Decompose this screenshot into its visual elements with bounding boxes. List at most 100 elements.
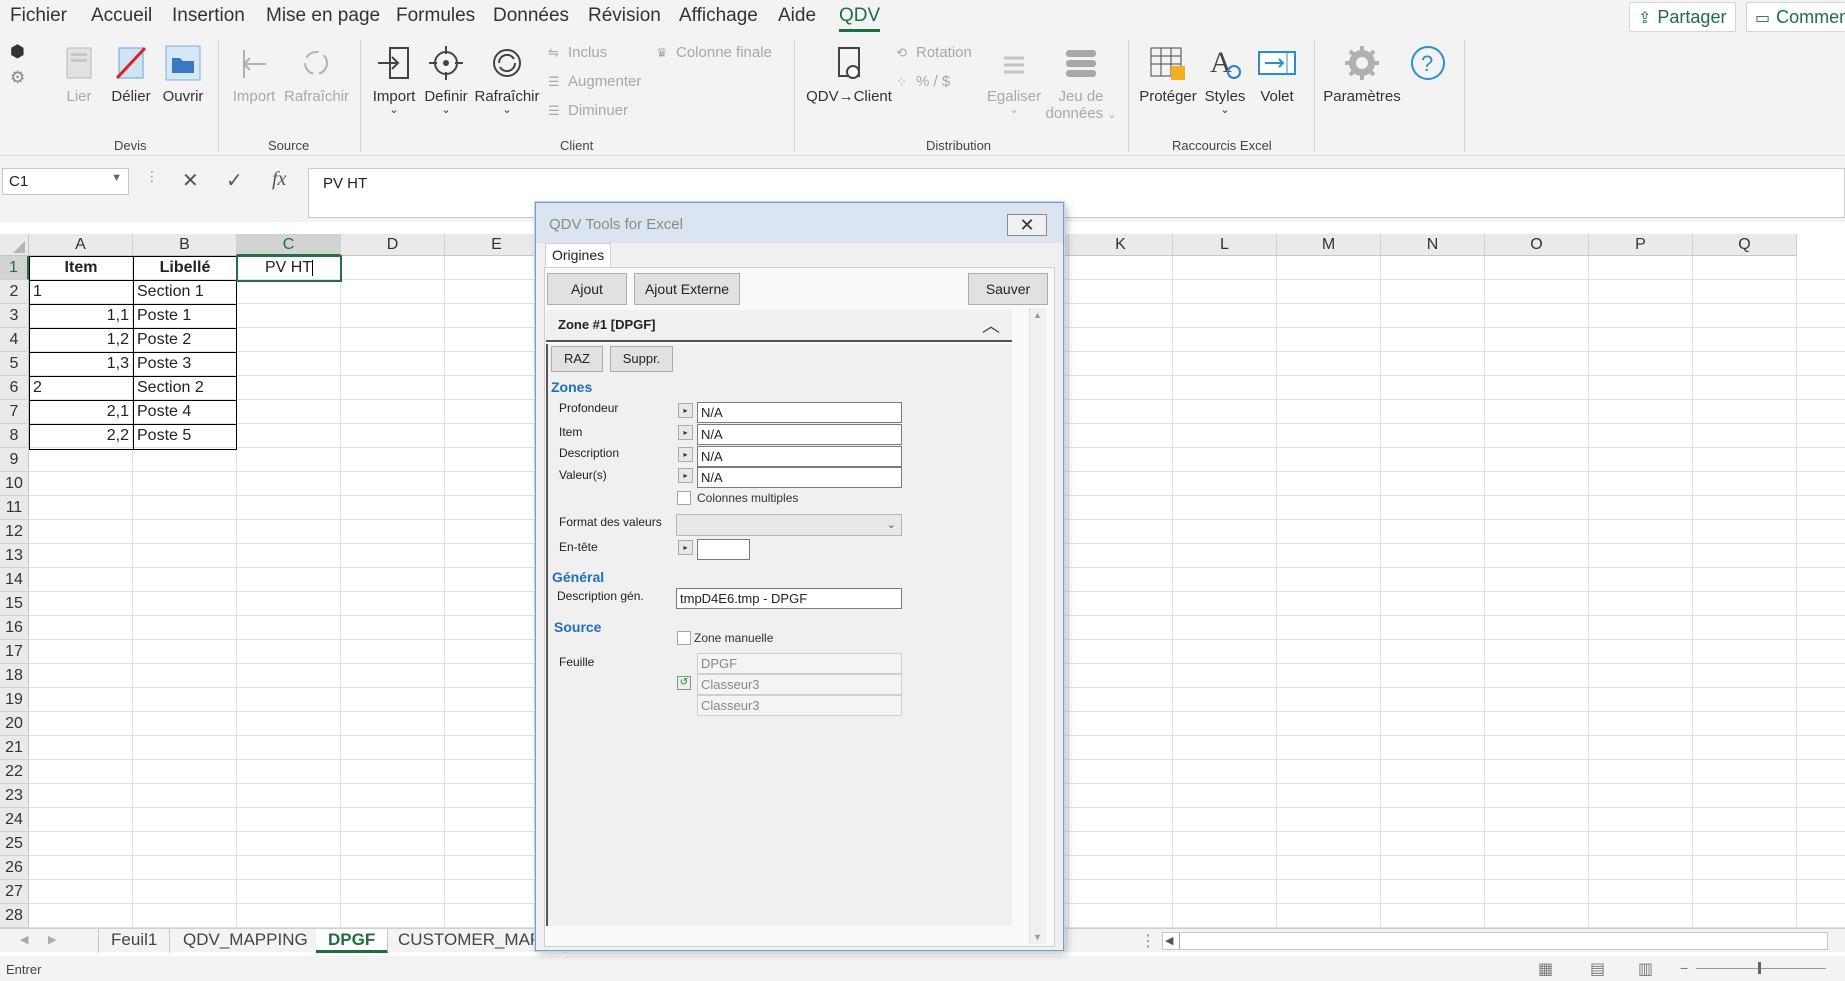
scroll-left-icon[interactable]: ◀ <box>1165 934 1173 947</box>
classeur-field-1[interactable]: Classeur3 <box>697 674 902 695</box>
ouvrir-button[interactable]: Ouvrir <box>160 44 206 105</box>
scroll-up-icon[interactable]: ▲ <box>1033 310 1042 320</box>
menu-mise-en-page[interactable]: Mise en page <box>266 5 380 27</box>
raz-button[interactable]: RAZ <box>551 346 603 372</box>
row-header-14[interactable]: 14 <box>0 568 29 592</box>
valeurs-select-arrow[interactable]: ▸ <box>678 468 693 483</box>
egaliser-button[interactable]: Egaliser ⌄ <box>984 44 1044 116</box>
tab-origines[interactable]: Origines <box>545 243 612 267</box>
row-header-17[interactable]: 17 <box>0 640 29 664</box>
source-refresh-button[interactable]: Rafraîchir <box>284 44 349 105</box>
classeur-field-2[interactable]: Classeur3 <box>697 695 902 716</box>
page-layout-icon[interactable]: ▤ <box>1590 959 1605 979</box>
menu-affichage[interactable]: Affichage <box>679 5 758 27</box>
colonnes-multiples-checkbox[interactable] <box>677 491 691 505</box>
cell-b3[interactable]: Poste 1 <box>133 304 237 328</box>
menu-revision[interactable]: Révision <box>588 5 661 27</box>
row-header-7[interactable]: 7 <box>0 400 29 424</box>
row-header-6[interactable]: 6 <box>0 376 29 400</box>
row-header-9[interactable]: 9 <box>0 448 29 472</box>
entete-select-arrow[interactable]: ▸ <box>678 540 693 555</box>
column-header-l[interactable]: L <box>1173 234 1277 256</box>
suppr-button[interactable]: Suppr. <box>610 346 673 372</box>
sauver-button[interactable]: Sauver <box>968 273 1048 305</box>
column-header-a[interactable]: A <box>29 234 133 256</box>
share-button[interactable]: ⇪ Partager <box>1629 2 1736 32</box>
row-header-21[interactable]: 21 <box>0 736 29 760</box>
menu-accueil[interactable]: Accueil <box>91 5 152 27</box>
robot-icon[interactable]: ⚙ <box>10 68 25 88</box>
dialog-title-bar[interactable]: QDV Tools for Excel ✕ <box>536 203 1063 243</box>
row-header-5[interactable]: 5 <box>0 352 29 376</box>
source-import-button[interactable]: Import <box>230 44 278 105</box>
row-header-24[interactable]: 24 <box>0 808 29 832</box>
row-header-27[interactable]: 27 <box>0 880 29 904</box>
help-button[interactable]: ? <box>1408 44 1448 88</box>
delier-button[interactable]: Délier <box>108 44 154 105</box>
cell-b4[interactable]: Poste 2 <box>133 328 237 352</box>
parametres-button[interactable]: Paramètres <box>1322 44 1402 105</box>
page-break-icon[interactable]: ▥ <box>1638 959 1653 979</box>
prev-sheet-icon[interactable]: ◀ <box>20 933 28 946</box>
sheet-tab-qdv-mapping[interactable]: QDV_MAPPING <box>171 929 321 953</box>
qdv-client-button[interactable]: QDV→Client <box>804 44 894 105</box>
row-header-11[interactable]: 11 <box>0 496 29 520</box>
column-header-n[interactable]: N <box>1381 234 1485 256</box>
row-header-13[interactable]: 13 <box>0 544 29 568</box>
cell-b5[interactable]: Poste 3 <box>133 352 237 376</box>
row-header-12[interactable]: 12 <box>0 520 29 544</box>
menu-donnees[interactable]: Données <box>493 5 569 27</box>
cell-a1[interactable]: Item <box>29 256 133 280</box>
description-field[interactable]: N/A <box>697 446 902 467</box>
colonne-finale-button[interactable]: ♛ Colonne finale <box>656 44 772 61</box>
column-header-q[interactable]: Q <box>1693 234 1797 256</box>
cell-b2[interactable]: Section 1 <box>133 280 237 304</box>
row-header-8[interactable]: 8 <box>0 424 29 448</box>
column-header-d[interactable]: D <box>341 234 445 256</box>
cube-icon[interactable]: ⬢ <box>10 42 25 62</box>
description-select-arrow[interactable]: ▸ <box>678 447 693 462</box>
sheet-tab-dpgf[interactable]: DPGF <box>316 929 389 953</box>
name-box[interactable]: C1 ▼ <box>2 168 129 195</box>
comments-button[interactable]: ▭ Commen <box>1746 2 1845 32</box>
profondeur-select-arrow[interactable]: ▸ <box>678 403 693 418</box>
insert-function-icon[interactable]: fx <box>272 168 286 191</box>
cell-b8[interactable]: Poste 5 <box>133 424 237 448</box>
zone-manuelle-checkbox[interactable] <box>677 631 691 645</box>
enter-check-icon[interactable]: ✓ <box>226 168 243 193</box>
ajout-externe-button[interactable]: Ajout Externe <box>634 273 740 305</box>
jeu-de-donnees-button[interactable]: Jeu de données ⌄ <box>1044 44 1118 122</box>
chevron-down-icon[interactable]: ▼ <box>111 172 122 184</box>
format-valeurs-select[interactable]: ⌄ <box>676 514 902 536</box>
row-header-28[interactable]: 28 <box>0 904 29 928</box>
profondeur-field[interactable]: N/A <box>697 402 902 423</box>
styles-button[interactable]: A Styles ⌄ <box>1202 44 1248 116</box>
row-header-3[interactable]: 3 <box>0 304 29 328</box>
row-header-19[interactable]: 19 <box>0 688 29 712</box>
row-header-23[interactable]: 23 <box>0 784 29 808</box>
column-header-e[interactable]: E <box>445 234 549 256</box>
cell-b6[interactable]: Section 2 <box>133 376 237 400</box>
close-button[interactable]: ✕ <box>1007 214 1047 236</box>
row-header-15[interactable]: 15 <box>0 592 29 616</box>
row-header-2[interactable]: 2 <box>0 280 29 304</box>
item-select-arrow[interactable]: ▸ <box>678 425 693 440</box>
row-header-18[interactable]: 18 <box>0 664 29 688</box>
tab-splitter-icon[interactable]: ⋮ <box>1140 931 1156 951</box>
column-header-m[interactable]: M <box>1277 234 1381 256</box>
row-header-10[interactable]: 10 <box>0 472 29 496</box>
cell-a8[interactable]: 2,2 <box>29 424 133 448</box>
proteger-button[interactable]: Protéger <box>1138 44 1198 105</box>
entete-field[interactable] <box>697 539 750 560</box>
dialog-scrollbar[interactable]: ▲ ▼ <box>1029 308 1046 944</box>
percent-dollar-button[interactable]: ⁘ % / $ <box>896 73 950 90</box>
feuille-field[interactable]: DPGF <box>697 653 902 674</box>
volet-button[interactable]: Volet <box>1254 44 1300 105</box>
augmenter-button[interactable]: ☰ Augmenter <box>548 73 641 90</box>
cell-b1[interactable]: Libellé <box>133 256 237 280</box>
row-header-26[interactable]: 26 <box>0 856 29 880</box>
cell-a6[interactable]: 2 <box>29 376 133 400</box>
excel-workbook-icon[interactable]: ↺ <box>677 676 691 690</box>
zoom-out-icon[interactable]: − <box>1680 960 1688 976</box>
description-gen-field[interactable]: tmpD4E6.tmp - DPGF <box>676 588 902 609</box>
